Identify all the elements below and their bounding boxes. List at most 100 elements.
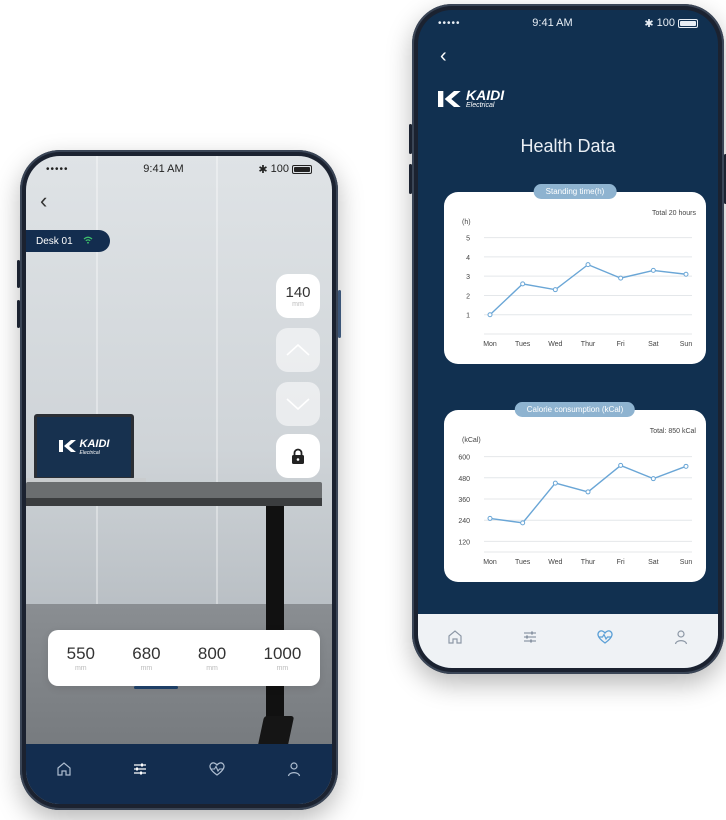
heart-pulse-icon: [597, 629, 613, 644]
raise-desk-button[interactable]: [276, 328, 320, 372]
signal-indicator: •••••: [46, 163, 69, 175]
tab-controls[interactable]: [132, 761, 148, 782]
data-point: [650, 267, 656, 273]
preset-value: 800: [197, 644, 227, 663]
status-time: 9:41 AM: [143, 163, 184, 175]
status-bar: ••••• 9:41 AM ✱ 100: [418, 10, 718, 36]
wifi-connected-icon: [83, 236, 93, 247]
page-title: Health Data: [520, 136, 616, 156]
laptop-brand: KAIDI: [79, 438, 110, 450]
bluetooth-icon: ✱: [644, 17, 654, 30]
y-tick-label: 4: [466, 255, 470, 262]
chevron-up-icon: [286, 343, 310, 356]
data-point: [618, 275, 624, 281]
desk-label: Desk 01: [36, 235, 73, 247]
lower-desk-button[interactable]: [276, 382, 320, 426]
y-tick-label: 2: [466, 293, 470, 300]
back-button[interactable]: ‹: [40, 190, 47, 212]
desk-leg: [266, 506, 284, 726]
y-tick-label: 360: [458, 497, 470, 504]
laptop-screen: KAIDI Electrical: [34, 414, 134, 480]
home-icon: [57, 761, 71, 776]
data-point: [650, 476, 656, 482]
y-tick-label: 600: [458, 455, 470, 462]
lock-button[interactable]: [276, 434, 320, 478]
volume-down-button: [409, 164, 412, 194]
battery-indicator: ✱ 100: [258, 163, 312, 176]
preset-value: 550: [66, 644, 95, 663]
desk-phone: ••••• 9:41 AM ✱ 100 ‹ Desk 01 KAIDI Elec…: [17, 150, 341, 810]
calorie-card: Calorie consumption (kCal) Total: 850 kC…: [444, 402, 706, 582]
health-screen: ••••• 9:41 AM ✱ 100 ‹ KAIDI Electrical H…: [418, 10, 718, 668]
standing-time-chart: (h) 1 2 3 4 5 Mon Tues Wed Thur Fri Sat Sun: [462, 219, 693, 348]
volume-up-button: [409, 124, 412, 154]
status-time: 9:41 AM: [532, 17, 573, 29]
height-presets: 550 mm 680 mm 800 mm 1000 mm: [48, 630, 320, 686]
battery-level: 100: [270, 163, 289, 175]
battery-indicator: ✱ 100: [644, 17, 698, 30]
preset-550[interactable]: 550 mm: [67, 644, 95, 672]
user-icon: [674, 629, 687, 644]
x-tick-label: Thur: [581, 341, 596, 348]
battery-level: 100: [656, 17, 675, 29]
standing-time-card: Standing time(h) Total 20 hours (h) 1 2 3 4 5…: [444, 184, 706, 364]
tab-home[interactable]: [56, 761, 72, 782]
current-height-value: 140: [285, 284, 311, 301]
data-point: [487, 515, 493, 521]
lock-icon: [292, 448, 304, 464]
kaidi-logo-icon: [58, 439, 77, 455]
current-height-display: 140 mm: [276, 274, 320, 318]
preset-unit: mm: [140, 665, 153, 672]
data-point: [552, 287, 558, 293]
data-point: [487, 312, 493, 318]
preset-unit: mm: [276, 665, 289, 672]
x-tick-label: Tues: [515, 559, 531, 566]
home-icon: [448, 629, 462, 644]
x-tick-label: Mon: [483, 341, 497, 348]
wall-panel-line: [216, 156, 218, 634]
preset-unit: mm: [74, 665, 87, 672]
heart-pulse-icon: [209, 761, 225, 776]
data-point: [618, 462, 624, 468]
y-tick-label: 120: [458, 539, 470, 546]
tab-controls[interactable]: [522, 629, 538, 650]
tab-health[interactable]: [208, 761, 226, 782]
tab-profile[interactable]: [286, 761, 302, 782]
signal-indicator: •••••: [438, 17, 461, 29]
status-bar: ••••• 9:41 AM ✱ 100: [26, 156, 332, 182]
x-tick-label: Fri: [617, 559, 626, 566]
y-tick-label: 240: [458, 518, 470, 525]
preset-1000[interactable]: 1000 mm: [264, 644, 302, 672]
tab-home[interactable]: [447, 629, 463, 650]
tab-health[interactable]: [596, 629, 614, 650]
wall-panel-line: [96, 156, 98, 634]
x-tick-label: Sun: [680, 559, 693, 566]
laptop-brand-sub: Electrical: [79, 450, 100, 456]
y-tick-label: 5: [466, 236, 470, 243]
x-tick-label: Sun: [680, 341, 693, 348]
tab-bar: [418, 614, 718, 668]
x-tick-label: Mon: [483, 559, 497, 566]
chevron-down-icon: [286, 398, 310, 411]
brand-logo: KAIDI Electrical: [438, 88, 504, 109]
volume-down-button: [17, 300, 20, 328]
battery-icon: [677, 18, 698, 28]
x-tick-label: Wed: [548, 559, 562, 566]
x-tick-label: Thur: [581, 559, 596, 566]
preset-unit: mm: [206, 665, 218, 672]
tab-profile[interactable]: [673, 629, 689, 650]
y-axis-label: (kCal): [462, 437, 481, 444]
current-height-unit: mm: [292, 301, 304, 308]
preset-800[interactable]: 800 mm: [198, 644, 226, 672]
y-tick-label: 1: [466, 313, 470, 320]
preset-680[interactable]: 680 mm: [132, 644, 160, 672]
data-point: [520, 520, 526, 526]
sliders-icon: [523, 631, 536, 642]
preset-value: 680: [132, 644, 161, 663]
back-button[interactable]: ‹: [440, 46, 447, 66]
bluetooth-icon: ✱: [258, 163, 268, 176]
data-point: [585, 262, 591, 268]
desk-selector[interactable]: Desk 01: [26, 230, 110, 252]
brand-sub: Electrical: [466, 102, 495, 109]
calorie-chart: (kCal) 120 240 360 480 600 Mon Tues Wed Thur Fri Sa…: [458, 437, 693, 566]
